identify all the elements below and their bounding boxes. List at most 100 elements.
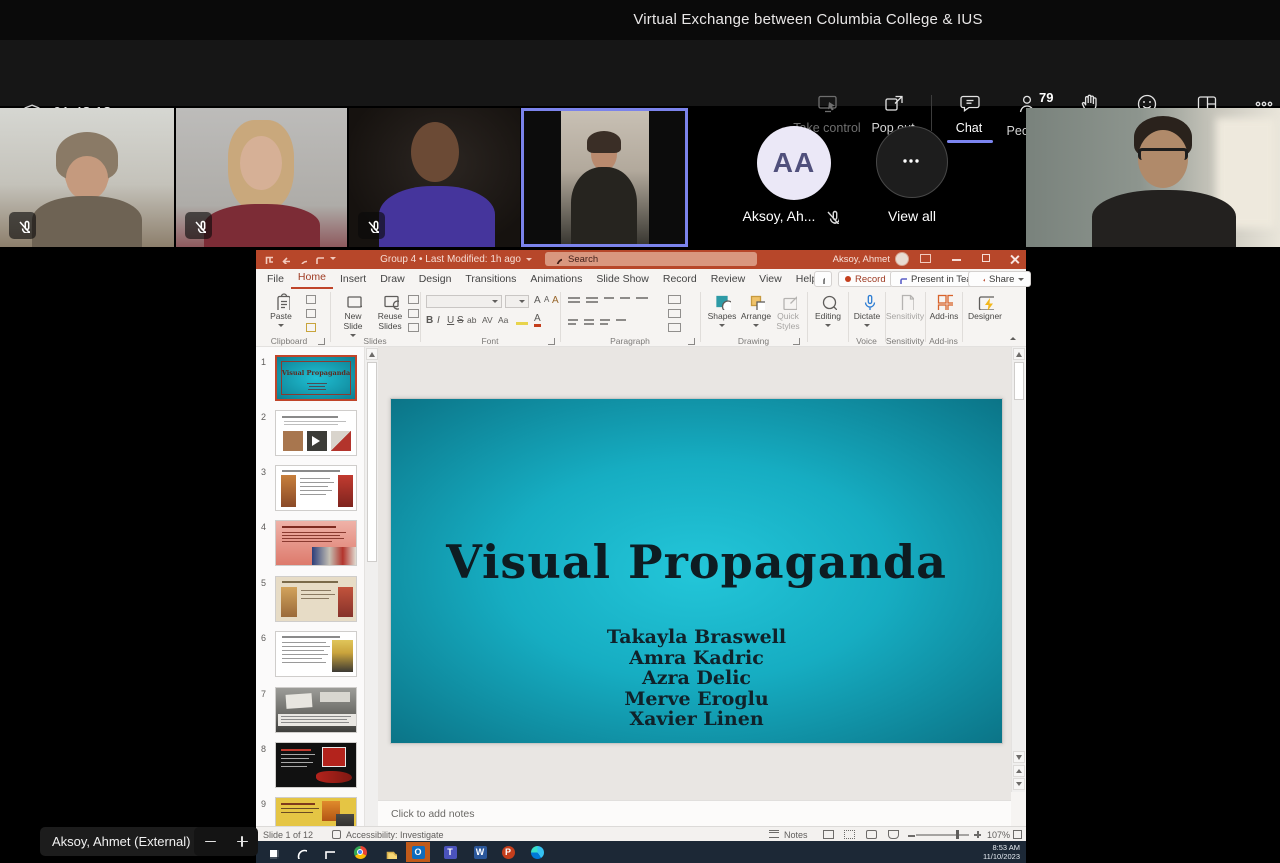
- thumbnail-scrollbar[interactable]: [364, 347, 378, 826]
- paste-button[interactable]: Paste: [264, 292, 298, 327]
- account-avatar[interactable]: [895, 252, 909, 266]
- zoom-out-button[interactable]: [205, 841, 216, 843]
- font-dialog-launcher[interactable]: [548, 338, 555, 345]
- shapes-button[interactable]: Shapes: [706, 292, 738, 327]
- start-slideshow-icon[interactable]: [313, 253, 324, 264]
- taskbar-search-button[interactable]: [292, 844, 308, 860]
- normal-view-button[interactable]: [823, 830, 834, 839]
- designer-button[interactable]: Designer: [966, 292, 1004, 322]
- file-explorer-icon[interactable]: [382, 844, 398, 860]
- accessibility-status[interactable]: Accessibility: Investigate: [346, 830, 444, 840]
- tab-design[interactable]: Design: [412, 270, 459, 289]
- reading-view-button[interactable]: [866, 830, 877, 839]
- slide-thumbnail-1[interactable]: Visual Propaganda: [275, 355, 357, 401]
- save-icon[interactable]: [262, 253, 273, 264]
- format-painter-icon[interactable]: [306, 323, 316, 332]
- arrange-button[interactable]: Arrange: [739, 292, 773, 327]
- redo-icon[interactable]: [296, 253, 307, 264]
- numbering-icon[interactable]: [586, 297, 598, 299]
- minimize-button[interactable]: [952, 254, 964, 265]
- italic-button[interactable]: I: [437, 315, 440, 326]
- strikethrough-button[interactable]: S: [457, 315, 464, 326]
- paragraph-dialog-launcher[interactable]: [688, 338, 695, 345]
- edge-icon[interactable]: [529, 844, 545, 860]
- tab-slide-show[interactable]: Slide Show: [589, 270, 656, 289]
- participant-video-3[interactable]: [349, 108, 520, 247]
- slide-thumbnail-6[interactable]: [275, 631, 357, 677]
- slide-thumbnail-7[interactable]: [275, 687, 357, 733]
- collapse-ribbon-icon[interactable]: [1010, 337, 1016, 340]
- new-slide-button[interactable]: New Slide: [336, 292, 370, 337]
- clear-formatting-button[interactable]: A: [552, 295, 559, 306]
- word-icon[interactable]: W: [472, 844, 488, 860]
- tab-review[interactable]: Review: [704, 270, 752, 289]
- active-app-highlight[interactable]: O: [406, 842, 430, 862]
- decrease-indent-icon[interactable]: [604, 297, 614, 299]
- font-name-select[interactable]: [426, 295, 502, 308]
- editor-scrollbar[interactable]: [1011, 347, 1025, 792]
- clipboard-dialog-launcher[interactable]: [318, 338, 325, 345]
- slide-thumbnail-9[interactable]: [275, 797, 357, 826]
- drawing-dialog-launcher[interactable]: [793, 338, 800, 345]
- justify-icon[interactable]: [616, 319, 626, 321]
- change-case-button[interactable]: Aa: [498, 315, 508, 325]
- powerpoint-icon[interactable]: P: [500, 844, 516, 860]
- underline-button[interactable]: U: [447, 315, 454, 326]
- restore-button[interactable]: [982, 254, 994, 265]
- tab-transitions[interactable]: Transitions: [458, 270, 523, 289]
- notes-toggle[interactable]: Notes: [784, 830, 808, 840]
- start-button[interactable]: [264, 844, 280, 860]
- tab-home[interactable]: Home: [291, 268, 333, 289]
- bullets-icon[interactable]: [568, 297, 580, 299]
- participant-video-4-active[interactable]: [521, 108, 688, 247]
- slide-layout-icon[interactable]: [408, 295, 419, 304]
- tab-draw[interactable]: Draw: [373, 270, 412, 289]
- view-all-label[interactable]: View all: [856, 208, 968, 224]
- character-spacing-button[interactable]: AV: [482, 315, 493, 325]
- teams-icon[interactable]: T: [442, 844, 458, 860]
- close-button[interactable]: [1009, 254, 1020, 265]
- participant-video-1[interactable]: [0, 108, 174, 247]
- bold-button[interactable]: B: [426, 315, 433, 326]
- account-name[interactable]: Aksoy, Ahmet: [796, 254, 890, 265]
- align-left-icon[interactable]: [568, 319, 578, 321]
- taskbar-clock[interactable]: 8:53 AM 11/10/2023: [983, 843, 1020, 861]
- reuse-slides-button[interactable]: Reuse Slides: [372, 292, 408, 332]
- zoom-slider-track[interactable]: [916, 834, 969, 836]
- convert-smartart-icon[interactable]: [668, 323, 681, 332]
- zoom-level[interactable]: 107%: [987, 830, 1010, 840]
- font-color-button[interactable]: A: [534, 314, 541, 327]
- font-size-select[interactable]: [505, 295, 529, 308]
- decrease-font-size-button[interactable]: A: [544, 295, 549, 304]
- add-ins-button[interactable]: Add-ins: [927, 292, 961, 322]
- scrollbar-thumb[interactable]: [367, 362, 377, 562]
- copy-icon[interactable]: [306, 309, 316, 318]
- zoom-in-button[interactable]: [974, 831, 981, 838]
- share-button[interactable]: Share: [968, 271, 1031, 287]
- slideshow-button[interactable]: [888, 830, 899, 839]
- view-all-button[interactable]: [876, 126, 948, 198]
- align-center-icon[interactable]: [584, 319, 594, 321]
- text-direction-icon[interactable]: [668, 295, 681, 304]
- reset-slide-icon[interactable]: [408, 309, 419, 318]
- quick-styles-button[interactable]: Quick Styles: [774, 292, 802, 332]
- increase-indent-icon[interactable]: [620, 297, 630, 299]
- zoom-in-button[interactable]: [237, 836, 248, 847]
- cut-icon[interactable]: [306, 295, 316, 304]
- tab-animations[interactable]: Animations: [523, 270, 589, 289]
- ribbon-display-options-button[interactable]: [920, 254, 932, 265]
- undo-icon[interactable]: [279, 253, 290, 264]
- chat-button[interactable]: Chat: [946, 92, 992, 135]
- increase-font-size-button[interactable]: A: [534, 295, 541, 306]
- slide-thumbnail-8[interactable]: [275, 742, 357, 788]
- dictate-button[interactable]: Dictate: [851, 292, 883, 327]
- zoom-slider-thumb[interactable]: [956, 830, 959, 839]
- scrollbar-thumb[interactable]: [1014, 362, 1024, 400]
- highlight-color-button[interactable]: [516, 316, 528, 325]
- zoom-out-button[interactable]: [908, 835, 915, 837]
- text-shadow-button[interactable]: ab: [467, 315, 476, 325]
- slide-thumbnail-4[interactable]: [275, 520, 357, 566]
- fit-to-window-button[interactable]: [1013, 830, 1022, 839]
- tab-view[interactable]: View: [752, 270, 789, 289]
- section-icon[interactable]: [408, 323, 419, 332]
